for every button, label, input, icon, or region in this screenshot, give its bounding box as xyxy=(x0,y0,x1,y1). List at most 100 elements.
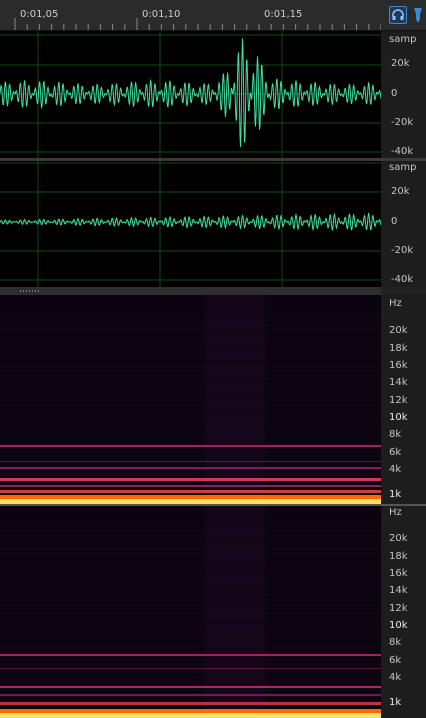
waveform-right-axis[interactable]: samp 20k 0 -20k -40k xyxy=(381,161,426,287)
spectrogram-left-axis[interactable]: Hz 20k 18k 16k 14k 12k 10k 8k 6k 4k 1k xyxy=(381,295,426,504)
spectrogram-noise-band xyxy=(0,323,381,326)
spectrogram-noise-band xyxy=(0,361,381,364)
spectrogram-noise-band xyxy=(0,340,381,343)
spectrogram-noise-band xyxy=(0,547,381,550)
spectrogram-left-svg xyxy=(0,295,381,504)
grip-icon xyxy=(20,290,40,292)
axis-label-18k: 18k xyxy=(389,343,408,354)
split-handle[interactable] xyxy=(0,287,381,295)
waveform-left-svg xyxy=(0,31,381,158)
axis-unit-hz: Hz xyxy=(389,507,402,518)
waveform-trace xyxy=(0,38,381,147)
spectrogram-band xyxy=(0,702,381,705)
ruler-label-3: 0:01,15 xyxy=(264,9,303,20)
waveform-right-svg xyxy=(0,161,381,287)
spectrogram-noise-band xyxy=(0,424,381,427)
axis-label-4k: 4k xyxy=(389,672,402,683)
spectrogram-noise-band xyxy=(0,416,381,419)
spectrogram-band xyxy=(0,668,381,669)
spectrogram-noise-band xyxy=(0,378,381,381)
spectrogram-noise-band xyxy=(0,336,381,339)
axis-unit-samp: samp xyxy=(389,34,417,45)
spectrogram-noise-band xyxy=(0,620,381,623)
spectrogram-noise-band xyxy=(0,471,381,474)
spectrogram-noise-band xyxy=(0,450,381,453)
waveform-left-axis[interactable]: samp 20k 0 -20k -40k xyxy=(381,31,426,158)
ruler-label-1: 0:01,05 xyxy=(20,9,59,20)
spectrogram-noise-band xyxy=(0,353,381,356)
spectrogram-noise-band xyxy=(0,612,381,614)
headphones-icon[interactable] xyxy=(389,6,407,24)
axis-unit-samp: samp xyxy=(389,162,417,173)
axis-label-6k: 6k xyxy=(389,655,402,666)
spectrogram-noise-band xyxy=(0,569,381,571)
spectrogram-noise-band xyxy=(0,458,381,461)
spectrogram-left-channel[interactable] xyxy=(0,295,381,504)
axis-label-20k: 20k xyxy=(391,186,410,197)
axis-label-16k: 16k xyxy=(389,568,408,579)
axis-label-16k: 16k xyxy=(389,360,408,371)
spectrogram-noise-band xyxy=(0,462,381,465)
spectrogram-noise-band xyxy=(0,403,381,406)
spectrogram-noise-band xyxy=(0,327,381,330)
spectrogram-noise-band xyxy=(0,599,381,602)
axis-label-6k: 6k xyxy=(389,447,402,458)
spectrogram-noise-band xyxy=(0,365,381,368)
ruler-label-2: 0:01,10 xyxy=(142,9,181,20)
spectrogram-noise-band xyxy=(0,680,381,683)
spectrogram-noise-band xyxy=(0,331,381,334)
spectrogram-noise-band xyxy=(0,556,381,559)
spectrogram-band xyxy=(0,467,381,469)
spectrogram-noise-band xyxy=(0,433,381,436)
spectrogram-noise-band xyxy=(0,475,381,478)
spectrogram-band-peak xyxy=(0,713,381,718)
waveform-left-channel[interactable] xyxy=(0,31,381,158)
spectrogram-noise-band xyxy=(0,395,381,398)
axis-label-neg20k: -20k xyxy=(391,245,414,256)
axis-label-14k: 14k xyxy=(389,585,408,596)
axis-label-12k: 12k xyxy=(389,395,408,406)
axis-label-10k: 10k xyxy=(389,412,408,423)
spectrogram-noise-band xyxy=(0,526,381,528)
spectrogram-band xyxy=(0,445,381,447)
spectrogram-band xyxy=(0,490,381,493)
spectrogram-noise-band xyxy=(0,560,381,563)
pin-icon[interactable] xyxy=(410,6,426,24)
spectrogram-band xyxy=(0,478,381,481)
waveform-right-channel[interactable] xyxy=(0,161,381,287)
spectrogram-noise-band xyxy=(0,633,381,636)
spectrogram-noise-band xyxy=(0,637,381,640)
spectrogram-noise-band xyxy=(0,564,381,567)
spectrogram-noise-band xyxy=(0,357,381,360)
axis-label-4k: 4k xyxy=(389,464,402,475)
spectrogram-noise-band xyxy=(0,590,381,593)
spectrogram-band xyxy=(0,709,381,713)
axis-label-neg40k: -40k xyxy=(391,274,414,285)
spectrogram-noise-band xyxy=(0,586,381,589)
spectrogram-noise-band xyxy=(0,642,381,645)
axis-label-8k: 8k xyxy=(389,429,402,440)
time-ruler[interactable]: 0:01,05 0:01,10 0:01,15 xyxy=(0,0,426,31)
spectrogram-noise-band xyxy=(0,437,381,440)
spectrogram-noise-band xyxy=(0,530,381,533)
spectrogram-noise-band xyxy=(0,672,381,675)
spectrogram-noise-band xyxy=(0,676,381,679)
spectrogram-noise-band xyxy=(0,624,381,627)
spectrogram-column xyxy=(205,295,265,504)
spectrogram-noise-band xyxy=(0,689,381,692)
spectrogram-noise-band xyxy=(0,581,381,584)
spectrogram-noise-band xyxy=(0,659,381,662)
axis-label-neg20k: -20k xyxy=(391,117,414,128)
spectrogram-right-channel[interactable] xyxy=(0,506,381,718)
spectrogram-noise-band xyxy=(0,348,381,351)
spectrogram-noise-band xyxy=(0,429,381,432)
spectrogram-noise-band xyxy=(0,551,381,554)
spectrogram-noise-band xyxy=(0,646,381,649)
spectrogram-noise-band xyxy=(0,603,381,606)
spectrogram-band xyxy=(0,495,381,499)
spectrogram-noise-band xyxy=(0,382,381,385)
spectrogram-right-axis[interactable]: Hz 20k 18k 16k 14k 12k 10k 8k 6k 4k 1k xyxy=(381,506,426,718)
spectrogram-noise-band xyxy=(0,386,381,389)
spectrogram-noise-band xyxy=(0,374,381,377)
spectrogram-noise-band xyxy=(0,629,381,632)
